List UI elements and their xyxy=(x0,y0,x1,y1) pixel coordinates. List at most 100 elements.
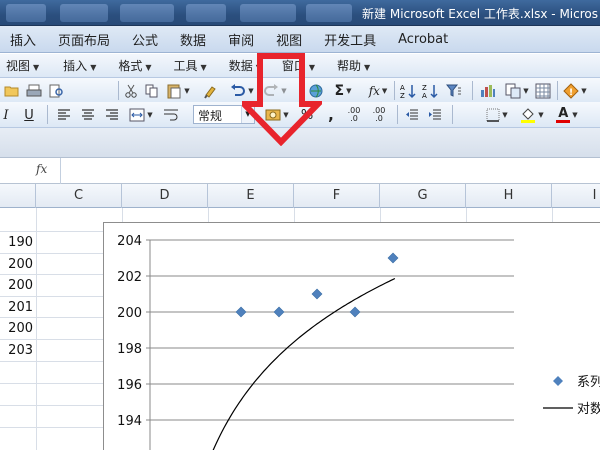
copy-icon[interactable] xyxy=(143,81,161,101)
function-icon: fx xyxy=(368,84,380,98)
tab-view[interactable]: 视图 xyxy=(265,30,313,49)
column-header[interactable]: F xyxy=(294,184,380,208)
menu-label: 帮助 xyxy=(337,59,362,73)
svg-text:Z: Z xyxy=(400,92,405,99)
column-header[interactable]: D xyxy=(122,184,208,208)
cell-value[interactable]: 203 xyxy=(0,340,33,361)
column-headers: C D E F G H I xyxy=(0,184,600,208)
svg-text:A: A xyxy=(422,92,427,99)
chevron-down-icon: ▼ xyxy=(364,63,371,72)
menu-label: 视图 xyxy=(6,59,31,73)
toolbar-separator xyxy=(472,81,473,100)
column-header[interactable]: I xyxy=(552,184,600,208)
chevron-down-icon: ▼ xyxy=(147,111,153,119)
svg-text:!: ! xyxy=(569,88,573,98)
tab-formulas[interactable]: 公式 xyxy=(121,30,169,49)
cell-value[interactable]: 200 xyxy=(0,275,33,296)
sort-descending-icon[interactable]: ZA xyxy=(420,81,440,101)
print-icon[interactable] xyxy=(24,81,44,101)
ribbon-tabs: 插入 页面布局 公式 数据 审阅 视图 开发工具 Acrobat xyxy=(0,26,600,53)
increase-indent-icon[interactable] xyxy=(425,105,445,125)
insert-function-button[interactable]: fx ▼ xyxy=(364,81,392,101)
svg-text:Z: Z xyxy=(422,84,427,92)
column-header[interactable]: G xyxy=(380,184,466,208)
data-point xyxy=(235,306,247,318)
format-painter-icon[interactable] xyxy=(200,81,222,101)
align-center-icon[interactable] xyxy=(78,105,98,125)
toolbar-separator xyxy=(397,105,398,124)
insert-function-icon[interactable]: fx xyxy=(36,162,47,176)
merge-center-icon[interactable]: ▼ xyxy=(127,105,155,125)
legend-marker xyxy=(553,376,563,386)
sort-ascending-icon[interactable]: AZ xyxy=(398,81,418,101)
taskbar-blur xyxy=(6,4,46,22)
decrease-indent-icon[interactable] xyxy=(402,105,422,125)
table-icon[interactable] xyxy=(532,81,554,101)
menu-help[interactable]: 帮助 ▼ xyxy=(331,57,376,74)
cell-value[interactable]: 200 xyxy=(0,318,33,339)
align-left-icon[interactable] xyxy=(54,105,74,125)
decrease-decimal-icon: .00 .0 xyxy=(372,106,386,123)
cut-icon[interactable] xyxy=(122,81,140,101)
tab-developer[interactable]: 开发工具 xyxy=(313,30,387,49)
menu-format[interactable]: 格式 ▼ xyxy=(112,57,157,74)
align-right-icon[interactable] xyxy=(102,105,122,125)
data-point xyxy=(387,252,399,264)
chevron-down-icon: ▼ xyxy=(538,111,544,119)
excel-window: 新建 Microsoft Excel 工作表.xlsx - Micros 插入 … xyxy=(0,0,600,450)
underline-button[interactable]: U xyxy=(20,105,38,125)
chart-plot: 204 202 200 198 196 194 系列对数 xyxy=(117,234,600,450)
column-header-b[interactable] xyxy=(0,184,36,208)
font-color-button[interactable]: A ▼ xyxy=(552,105,582,125)
print-preview-icon[interactable] xyxy=(46,81,66,101)
decrease-decimal-button[interactable]: .00 .0 xyxy=(368,105,390,125)
legend-label: 对数 xyxy=(577,402,600,417)
fill-color-icon[interactable]: ▼ xyxy=(517,105,547,125)
italic-button[interactable]: I xyxy=(0,105,12,125)
tab-review[interactable]: 审阅 xyxy=(217,30,265,49)
svg-text:A: A xyxy=(400,84,405,92)
tab-page-layout[interactable]: 页面布局 xyxy=(47,30,121,49)
tab-data[interactable]: 数据 xyxy=(169,30,217,49)
autosum-button[interactable]: Σ ▼ xyxy=(330,81,356,101)
chart-wizard-icon[interactable] xyxy=(477,81,499,101)
research-icon[interactable]: ! ▼ xyxy=(560,81,590,101)
borders-icon[interactable]: ▼ xyxy=(482,105,512,125)
menu-view[interactable]: 视图 ▼ xyxy=(0,57,45,74)
cell-value[interactable]: 190 xyxy=(0,232,33,253)
red-arrow-annotation xyxy=(242,53,322,146)
menu-label: 插入 xyxy=(63,59,88,73)
menu-insert[interactable]: 插入 ▼ xyxy=(57,57,102,74)
column-header[interactable]: C xyxy=(36,184,122,208)
column-header[interactable]: E xyxy=(208,184,294,208)
data-point xyxy=(349,306,361,318)
paste-icon[interactable]: ▼ xyxy=(163,81,193,101)
tab-acrobat[interactable]: Acrobat xyxy=(387,32,459,47)
increase-decimal-icon: .00 .0 xyxy=(347,106,361,123)
scatter-chart[interactable]: 204 202 200 198 196 194 系列 对数 xyxy=(103,222,600,450)
toolbar-separator xyxy=(394,81,395,100)
toolbar-separator xyxy=(557,81,558,100)
drawing-icon[interactable]: ▼ xyxy=(503,81,531,101)
toolbar-separator xyxy=(118,81,119,100)
chevron-down-icon: ▼ xyxy=(581,87,587,95)
y-tick-label: 194 xyxy=(117,414,142,429)
data-point xyxy=(273,306,285,318)
filter-icon[interactable] xyxy=(443,81,465,101)
taskbar-blur xyxy=(186,4,226,22)
underline-icon: U xyxy=(24,107,34,123)
autosum-icon: Σ xyxy=(334,83,345,99)
cell-value[interactable]: 201 xyxy=(0,297,33,318)
chevron-down-icon: ▼ xyxy=(33,63,40,72)
increase-decimal-button[interactable]: .00 .0 xyxy=(343,105,365,125)
comma-style-button[interactable]: , xyxy=(322,105,340,125)
formula-bar-divider xyxy=(60,158,61,184)
open-icon[interactable] xyxy=(2,81,22,101)
toolbar-separator xyxy=(47,105,48,124)
wrap-text-icon[interactable] xyxy=(160,105,182,125)
cell-value[interactable]: 200 xyxy=(0,254,33,275)
menu-tools[interactable]: 工具 ▼ xyxy=(168,57,213,74)
column-header[interactable]: H xyxy=(466,184,552,208)
tab-insert[interactable]: 插入 xyxy=(0,30,47,49)
font-color-icon: A xyxy=(556,107,571,123)
